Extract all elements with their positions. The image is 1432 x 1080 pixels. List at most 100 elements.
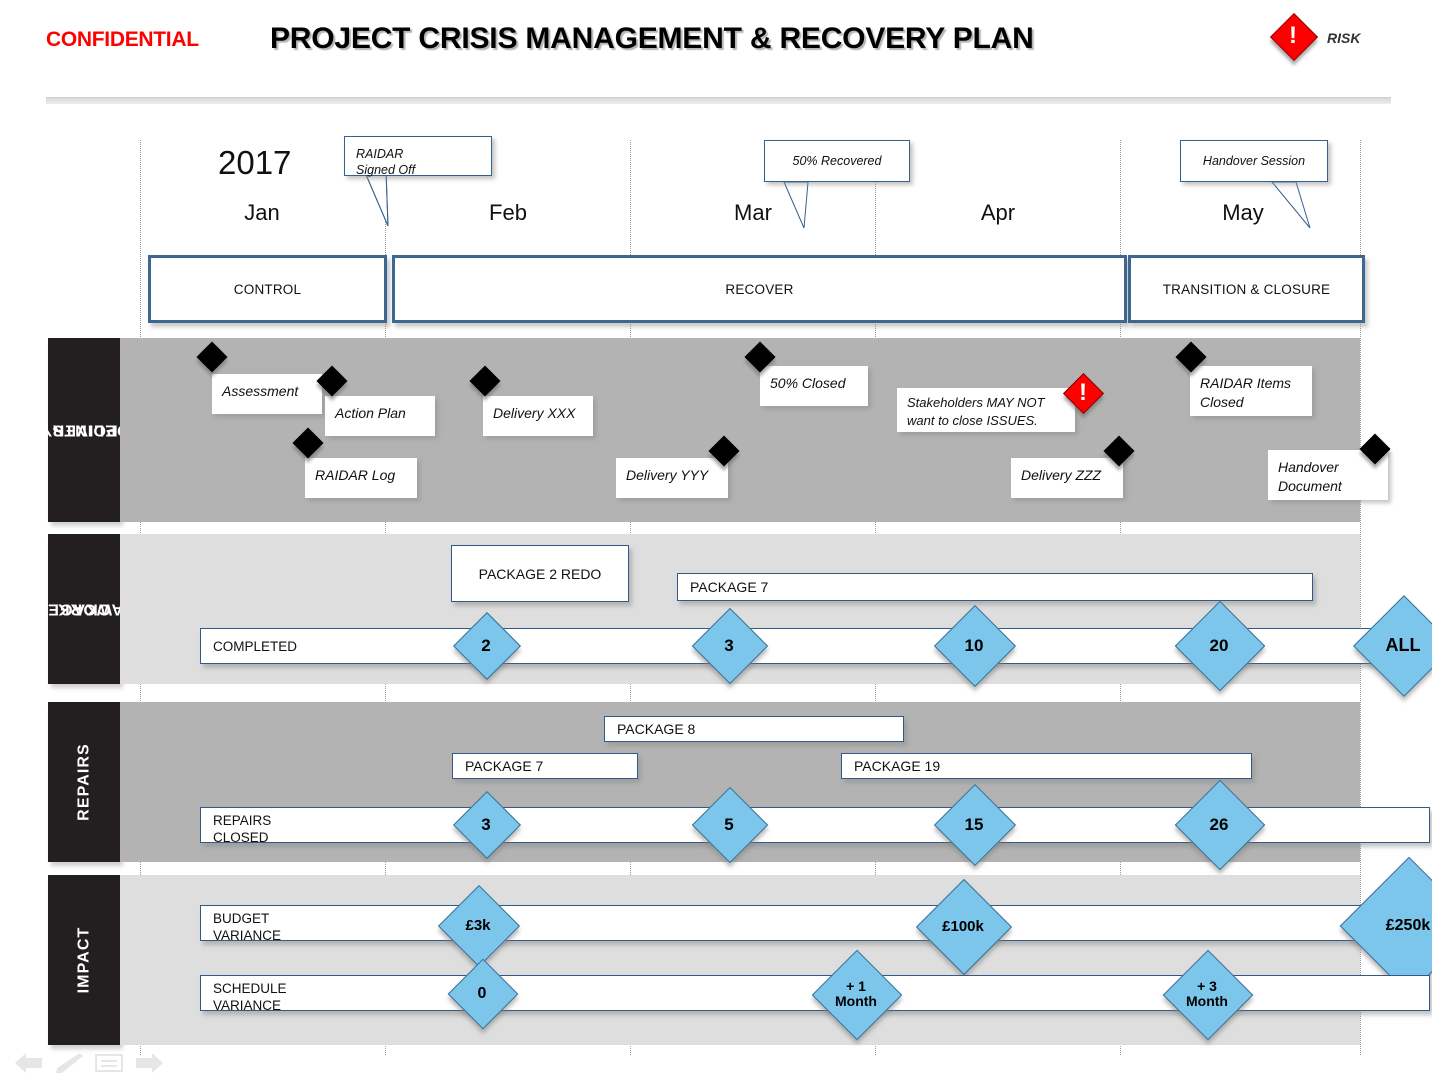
forward-arrow-icon[interactable] — [134, 1052, 164, 1074]
marker-completed-3-value: 3 — [724, 635, 734, 655]
marker-completed-all-value: ALL — [1385, 634, 1421, 655]
phase-bar-control[interactable]: CONTROL — [148, 255, 387, 323]
band-label-repairs: REPAIRS — [48, 702, 120, 862]
marker-completed-all[interactable]: ALL — [1353, 595, 1432, 697]
marker-repairs-5[interactable]: 5 — [691, 786, 769, 864]
phase-bar-recover[interactable]: RECOVER — [392, 255, 1127, 323]
milestone-diamond-delivery-zzz[interactable] — [1103, 435, 1135, 467]
risk-milestone-diamond[interactable]: ! — [1062, 372, 1105, 415]
milestone-diamond-delivery-xxx[interactable] — [469, 365, 501, 397]
marker-repairs-15[interactable]: 15 — [933, 783, 1017, 867]
package-bar-package-8[interactable]: PACKAGE 8 — [604, 716, 904, 742]
package-bar-package-19[interactable]: PACKAGE 19 — [841, 753, 1252, 779]
milestone-text-raidar-items-line2: Closed — [1200, 394, 1244, 410]
milestone-diamond-delivery-yyy[interactable] — [708, 435, 740, 467]
marker-completed-20-value: 20 — [1209, 635, 1229, 655]
confidential-marking: CONFIDENTIAL — [46, 28, 199, 51]
pencil-icon[interactable] — [54, 1052, 84, 1074]
milestone-text-raidar-items: RAIDAR Items — [1200, 375, 1292, 391]
callout-50-recovered-text: 50% Recovered — [792, 154, 882, 168]
month-label-feb: Feb — [489, 200, 527, 225]
milestone-label-raidar-log: RAIDAR Log — [305, 458, 417, 498]
callout-raidar-signed-off: RAIDAR Signed Off — [344, 136, 492, 177]
milestone-text-assessment: Assessment — [222, 383, 299, 399]
package-label-2-redo: PACKAGE 2 REDO — [478, 565, 602, 582]
marker-schedule-plus1-line1: + 1 — [846, 978, 866, 994]
milestone-label-assessment: Assessment — [212, 374, 322, 414]
risk-note-line1: Stakeholders MAY NOT — [907, 395, 1045, 410]
band-body-delivery-points: Assessment Action Plan RAIDAR Log Delive… — [120, 338, 1391, 522]
metric-row-budget-variance[interactable]: BUDGET VARIANCE — [200, 905, 1430, 943]
marker-completed-20[interactable]: 20 — [1174, 600, 1266, 692]
band-label-work-packages-line2: PACKAGES — [34, 600, 134, 618]
package-bar-package-7-wp[interactable]: PACKAGE 7 — [677, 573, 1313, 601]
band-label-delivery-points-line2: POINTS — [50, 421, 118, 439]
risk-legend: ! RISK — [1269, 12, 1397, 68]
year-label: 2017 — [218, 144, 292, 181]
callout-50-recovered: 50% Recovered — [764, 140, 910, 182]
band-label-impact-text: IMPACT — [75, 926, 93, 994]
callout-handover-session-text: Handover Session — [1202, 154, 1306, 168]
marker-schedule-plus1-value: + 1 Month — [825, 963, 887, 1025]
package-label-7-rep: PACKAGE 7 — [465, 758, 544, 774]
marker-budget-100k[interactable]: £100k — [915, 878, 1013, 976]
marker-budget-250k-value: £250k — [1385, 916, 1431, 934]
metric-label-budget-line2: VARIANCE — [213, 928, 282, 943]
band-label-work-packages: WORK PACKAGES — [35, 534, 133, 684]
phase-label-recover: RECOVER — [725, 281, 794, 297]
milestone-label-action-plan: Action Plan — [325, 396, 435, 436]
marker-schedule-plus3-line1: + 3 — [1197, 978, 1217, 994]
milestone-text-delivery-zzz: Delivery ZZZ — [1021, 467, 1102, 483]
milestone-text-raidar-log: RAIDAR Log — [315, 467, 396, 483]
milestone-text-delivery-yyy: Delivery YYY — [626, 467, 709, 483]
marker-completed-10[interactable]: 10 — [933, 604, 1017, 688]
bottom-icon-strip — [10, 1050, 190, 1076]
marker-repairs-26[interactable]: 26 — [1174, 779, 1266, 871]
marker-schedule-plus3[interactable]: + 3 Month — [1162, 949, 1254, 1041]
phase-label-control: CONTROL — [233, 281, 302, 297]
marker-schedule-plus1[interactable]: + 1 Month — [811, 949, 903, 1041]
band-label-repairs-text: REPAIRS — [75, 743, 93, 821]
month-label-apr: Apr — [980, 200, 1016, 225]
band-label-impact: IMPACT — [48, 875, 120, 1045]
milestone-text-50-closed: 50% Closed — [770, 375, 846, 391]
marker-schedule-plus3-line2: Month — [1186, 993, 1228, 1009]
package-bar-package-2-redo[interactable]: PACKAGE 2 REDO — [451, 545, 629, 602]
risk-note-line2: want to close ISSUES. — [907, 413, 1038, 428]
marker-schedule-plus1-line2: Month — [835, 993, 877, 1009]
marker-schedule-0[interactable]: 0 — [447, 958, 519, 1030]
package-bar-package-7-rep[interactable]: PACKAGE 7 — [452, 753, 638, 779]
band-body-impact: BUDGET VARIANCE £3k £100k £250k SCHEDULE… — [120, 856, 1432, 1045]
month-label-jan: Jan — [244, 200, 280, 225]
milestone-diamond-50-closed[interactable] — [744, 341, 776, 373]
band-body-work-packages: PACKAGE 2 REDO PACKAGE 7 COMPLETED 2 3 1… — [120, 534, 1432, 697]
marker-completed-3[interactable]: 3 — [691, 607, 769, 685]
marker-repairs-26-value: 26 — [1209, 814, 1229, 834]
page-title: PROJECT CRISIS MANAGEMENT & RECOVERY PLA… — [270, 22, 1034, 55]
marker-repairs-15-value: 15 — [964, 814, 984, 834]
milestone-diamond-assessment[interactable] — [196, 341, 228, 373]
package-label-7-wp: PACKAGE 7 — [690, 579, 769, 595]
marker-budget-3k[interactable]: £3k — [437, 884, 521, 968]
marker-repairs-5-value: 5 — [724, 814, 734, 834]
band-body-repairs: PACKAGE 8 PACKAGE 7 PACKAGE 19 REPAIRS C… — [120, 702, 1430, 871]
milestone-diamond-action-plan[interactable] — [316, 365, 348, 397]
milestone-diamond-raidar-items-closed[interactable] — [1175, 341, 1207, 373]
lines-icon[interactable] — [94, 1052, 124, 1074]
marker-budget-250k[interactable]: £250k — [1339, 856, 1432, 996]
callout-raidar-line2: Signed Off — [356, 163, 416, 177]
marker-schedule-plus3-value: + 3 Month — [1176, 963, 1238, 1025]
phase-label-transition-closure: TRANSITION & CLOSURE — [1162, 281, 1331, 297]
risk-exclamation-glyph: ! — [1289, 22, 1297, 49]
marker-repairs-3[interactable]: 3 — [453, 791, 521, 859]
band-label-delivery-points: DELIVERY POINTS — [40, 338, 128, 522]
phase-bar-transition-closure[interactable]: TRANSITION & CLOSURE — [1128, 255, 1365, 323]
callout-raidar-line1: RAIDAR — [356, 147, 404, 161]
band-delivery-points: DELIVERY POINTS Assessment Action Plan R… — [40, 338, 1391, 522]
back-arrow-icon[interactable] — [14, 1052, 44, 1074]
marker-completed-2[interactable]: 2 — [453, 612, 521, 680]
milestone-diamond-handover-document[interactable] — [1359, 433, 1391, 465]
milestone-diamond-raidar-log[interactable] — [292, 427, 324, 459]
milestone-text-delivery-xxx: Delivery XXX — [493, 405, 576, 421]
marker-schedule-0-value: 0 — [458, 969, 506, 1017]
